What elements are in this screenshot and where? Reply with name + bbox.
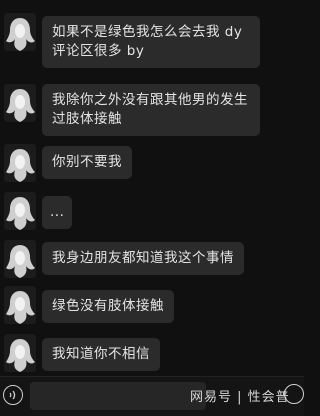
input-bar: 网易号 | 性会普 (0, 376, 304, 416)
avatar-icon[interactable] (4, 192, 36, 230)
avatar-icon[interactable] (4, 334, 36, 372)
avatar-icon[interactable] (4, 13, 36, 51)
emoji-icon[interactable] (284, 384, 304, 404)
message-bubble[interactable]: 我除你之外没有跟其他男的发生过肢体接触 (42, 84, 260, 136)
message-bubble[interactable]: 你别不要我 (42, 146, 132, 179)
message-bubble[interactable]: 我身边朋友都知道我这个事情 (42, 242, 244, 275)
avatar-icon[interactable] (4, 144, 36, 182)
voice-icon[interactable] (3, 385, 23, 405)
avatar-icon[interactable] (4, 286, 36, 324)
chat-area: 如果不是绿色我怎么会去我 dy 评论区很多 by 我除你之外没有跟其他男的发生过… (0, 0, 304, 375)
avatar-icon[interactable] (4, 240, 36, 278)
message-bubble[interactable]: 我知道你不相信 (42, 338, 160, 371)
watermark: 网易号 | 性会普 (190, 390, 290, 405)
avatar-icon[interactable] (4, 84, 36, 122)
message-input[interactable] (30, 382, 206, 410)
message-bubble[interactable]: ... (42, 196, 72, 229)
message-bubble[interactable]: 绿色没有肢体接触 (42, 290, 174, 323)
message-bubble[interactable]: 如果不是绿色我怎么会去我 dy 评论区很多 by (42, 16, 260, 68)
